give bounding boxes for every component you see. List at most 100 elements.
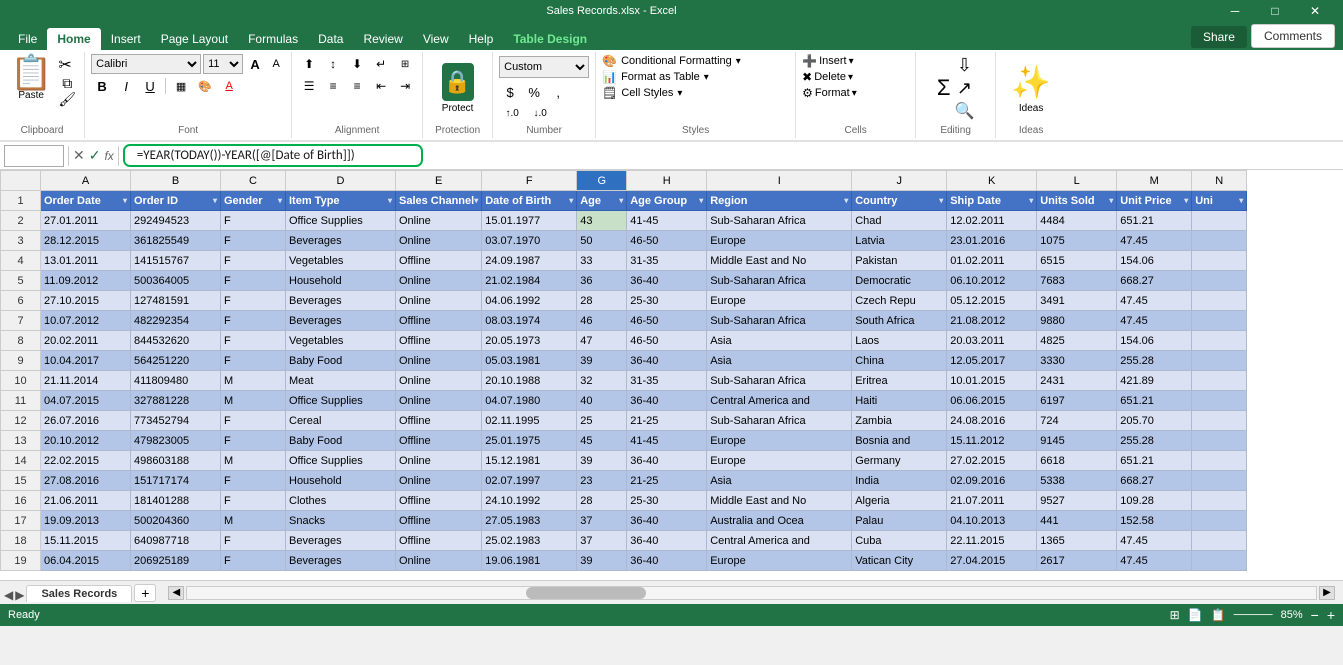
col-header-f[interactable]: F — [482, 171, 577, 191]
table-cell[interactable]: M — [221, 391, 286, 411]
table-cell[interactable] — [1192, 211, 1247, 231]
table-cell[interactable] — [1192, 491, 1247, 511]
table-cell[interactable]: 21-25 — [627, 471, 707, 491]
zoom-out-button[interactable]: − — [1311, 607, 1319, 623]
table-cell[interactable]: 26.07.2016 — [41, 411, 131, 431]
table-cell[interactable]: 651.21 — [1117, 451, 1192, 471]
table-cell[interactable]: Online — [396, 371, 482, 391]
table-cell[interactable]: Online — [396, 391, 482, 411]
table-cell[interactable]: Office Supplies — [286, 211, 396, 231]
table-cell[interactable]: Algeria — [852, 491, 947, 511]
table-cell[interactable]: 27.10.2015 — [41, 291, 131, 311]
table-header-cell[interactable]: Sales Channel ▾ — [396, 191, 482, 211]
table-cell[interactable]: Baby Food — [286, 351, 396, 371]
table-cell[interactable]: 27.05.1983 — [482, 511, 577, 531]
table-cell[interactable]: 06.04.2015 — [41, 551, 131, 571]
table-cell[interactable]: Snacks — [286, 511, 396, 531]
col-header-g[interactable]: G — [577, 171, 627, 191]
table-cell[interactable]: 43 — [577, 211, 627, 231]
currency-button[interactable]: $ — [499, 82, 521, 102]
table-cell[interactable]: Online — [396, 211, 482, 231]
table-cell[interactable]: 28 — [577, 491, 627, 511]
table-cell[interactable]: 39 — [577, 451, 627, 471]
table-cell[interactable]: 6515 — [1037, 251, 1117, 271]
table-cell[interactable]: M — [221, 371, 286, 391]
table-cell[interactable]: Online — [396, 351, 482, 371]
table-cell[interactable]: 25-30 — [627, 491, 707, 511]
table-cell[interactable]: F — [221, 251, 286, 271]
table-cell[interactable]: 20.02.2011 — [41, 331, 131, 351]
table-cell[interactable]: 12.05.2017 — [947, 351, 1037, 371]
table-cell[interactable]: 46-50 — [627, 311, 707, 331]
table-cell[interactable]: 15.01.1977 — [482, 211, 577, 231]
col-header-a[interactable]: A — [41, 171, 131, 191]
table-cell[interactable]: 46-50 — [627, 231, 707, 251]
table-cell[interactable]: 206925189 — [131, 551, 221, 571]
cut-button[interactable]: ✂ — [58, 58, 76, 74]
table-cell[interactable]: 20.05.1973 — [482, 331, 577, 351]
table-header-cell[interactable]: Region ▾ — [707, 191, 852, 211]
table-cell[interactable] — [1192, 411, 1247, 431]
table-cell[interactable]: 05.03.1981 — [482, 351, 577, 371]
format-as-table-button[interactable]: Format as Table — [621, 71, 700, 83]
table-cell[interactable]: China — [852, 351, 947, 371]
table-cell[interactable]: 28.12.2015 — [41, 231, 131, 251]
table-cell[interactable]: 41-45 — [627, 211, 707, 231]
insert-button[interactable]: Insert — [819, 55, 847, 67]
cancel-formula-button[interactable]: ✕ — [73, 147, 85, 164]
table-cell[interactable]: Online — [396, 551, 482, 571]
table-cell[interactable]: F — [221, 351, 286, 371]
table-cell[interactable]: 141515767 — [131, 251, 221, 271]
table-cell[interactable]: 127481591 — [131, 291, 221, 311]
protect-button[interactable]: 🔒 Protect — [438, 59, 478, 118]
col-header-j[interactable]: J — [852, 171, 947, 191]
autosum-button[interactable]: Σ — [937, 75, 951, 101]
table-cell[interactable]: Baby Food — [286, 431, 396, 451]
table-cell[interactable]: 9145 — [1037, 431, 1117, 451]
table-cell[interactable]: 15.11.2012 — [947, 431, 1037, 451]
table-cell[interactable]: 32 — [577, 371, 627, 391]
table-cell[interactable]: Palau — [852, 511, 947, 531]
table-cell[interactable]: Office Supplies — [286, 451, 396, 471]
ideas-button[interactable]: ✨ Ideas — [1011, 63, 1051, 114]
insert-function-button[interactable]: fx — [104, 149, 113, 163]
table-cell[interactable]: 7683 — [1037, 271, 1117, 291]
table-cell[interactable]: 25-30 — [627, 291, 707, 311]
table-cell[interactable]: 33 — [577, 251, 627, 271]
table-cell[interactable]: 482292354 — [131, 311, 221, 331]
table-cell[interactable]: 498603188 — [131, 451, 221, 471]
tab-page-layout[interactable]: Page Layout — [151, 28, 238, 50]
page-break-view-button[interactable]: 📋 — [1211, 608, 1226, 622]
table-cell[interactable]: Household — [286, 271, 396, 291]
table-cell[interactable]: Online — [396, 471, 482, 491]
find-button[interactable]: 🔍 — [954, 101, 974, 121]
table-cell[interactable]: 9880 — [1037, 311, 1117, 331]
table-cell[interactable]: 10.04.2017 — [41, 351, 131, 371]
table-cell[interactable]: 20.10.2012 — [41, 431, 131, 451]
table-cell[interactable] — [1192, 551, 1247, 571]
table-cell[interactable]: 9527 — [1037, 491, 1117, 511]
table-cell[interactable]: 47.45 — [1117, 231, 1192, 251]
table-cell[interactable]: 205.70 — [1117, 411, 1192, 431]
table-header-cell[interactable]: Age Group ▾ — [627, 191, 707, 211]
table-cell[interactable]: 21.08.2012 — [947, 311, 1037, 331]
sort-clear-button[interactable]: ↗ — [954, 78, 974, 99]
paste-button[interactable]: 📋 Paste — [8, 54, 54, 103]
table-cell[interactable]: 36-40 — [627, 271, 707, 291]
sheet-tab-sales-records[interactable]: Sales Records — [26, 585, 132, 602]
table-cell[interactable] — [1192, 351, 1247, 371]
align-center-button[interactable]: ≡ — [322, 76, 344, 96]
table-cell[interactable]: F — [221, 491, 286, 511]
table-cell[interactable]: F — [221, 231, 286, 251]
table-cell[interactable]: 19.09.2013 — [41, 511, 131, 531]
table-cell[interactable]: 152.58 — [1117, 511, 1192, 531]
table-cell[interactable] — [1192, 231, 1247, 251]
page-layout-view-button[interactable]: 📄 — [1188, 608, 1203, 622]
table-cell[interactable]: Online — [396, 271, 482, 291]
tab-review[interactable]: Review — [353, 28, 412, 50]
table-cell[interactable]: 6618 — [1037, 451, 1117, 471]
table-cell[interactable]: Asia — [707, 471, 852, 491]
tab-home[interactable]: Home — [47, 28, 100, 50]
table-cell[interactable]: 27.04.2015 — [947, 551, 1037, 571]
table-cell[interactable]: Offline — [396, 251, 482, 271]
